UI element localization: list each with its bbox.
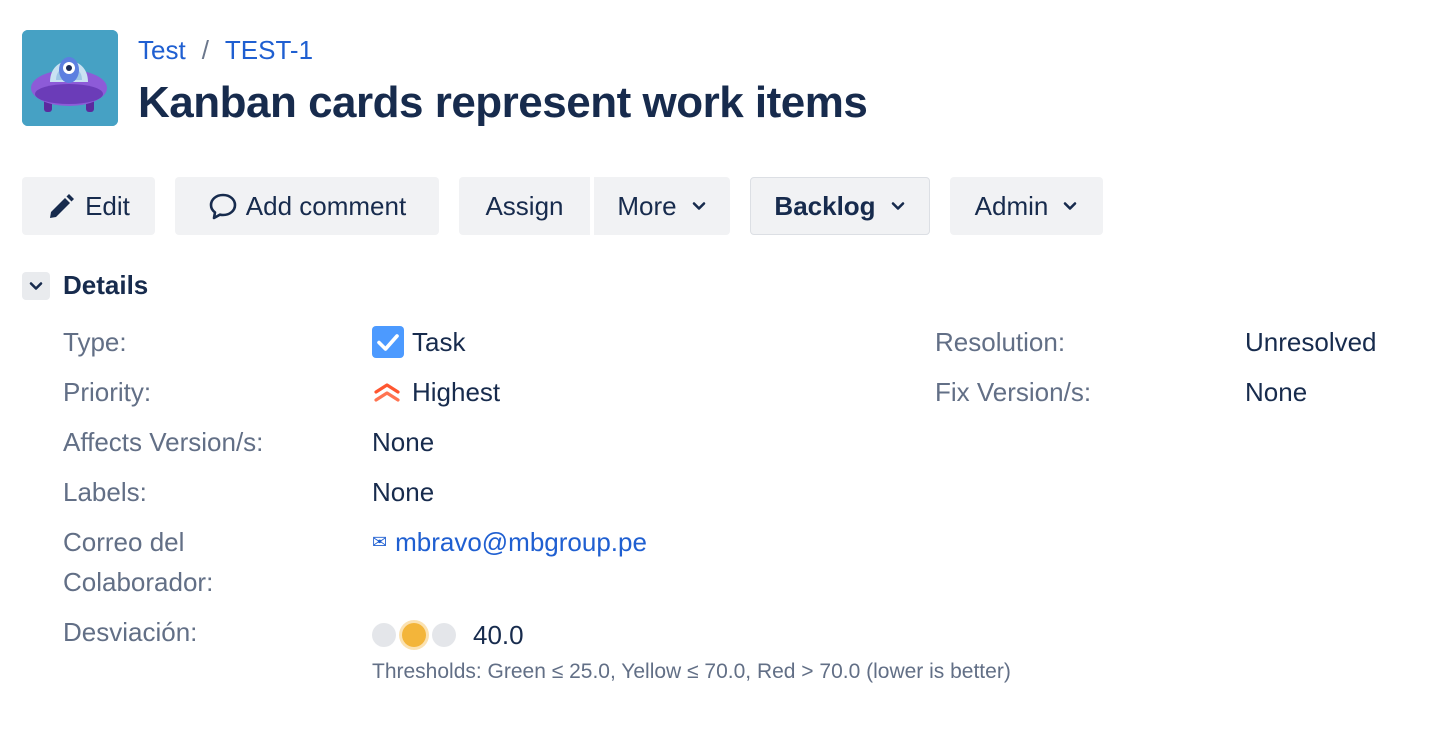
breadcrumb: Test / TEST-1 [138,32,313,68]
chevron-down-icon [891,202,904,210]
deviation-value[interactable]: 40.0 [473,615,524,655]
labels-label: Labels: [63,477,147,507]
priority-highest-icon [374,383,400,402]
deviation-traffic-light [372,623,462,647]
more-actions-button[interactable]: More [594,177,730,235]
assign-button-label: Assign [485,190,564,221]
breadcrumb-separator: / [201,34,209,65]
breadcrumb-project-link[interactable]: Test [138,35,186,66]
fix-versions-label: Fix Version/s: [935,377,1092,407]
type-value-text: Task [412,327,466,357]
priority-value[interactable]: Highest [372,372,500,412]
affects-versions-value[interactable]: None [372,422,434,462]
edit-button-label: Edit [85,190,130,221]
deviation-label: Desviación: [63,617,198,647]
priority-value-text: Highest [412,377,501,407]
type-value[interactable]: Task [372,322,465,362]
deviation-yellow-dot [402,623,426,647]
admin-button-label: Admin [974,190,1049,221]
collaborator-email-label: Correo del Colaborador: [63,522,213,602]
edit-button[interactable]: Edit [22,177,155,235]
add-comment-button[interactable]: Add comment [175,177,439,235]
deviation-red-dot [432,623,456,647]
add-comment-button-label: Add comment [245,190,407,221]
deviation-green-dot [372,623,396,647]
issue-title[interactable]: Kanban cards represent work items [138,78,868,128]
project-avatar[interactable] [22,30,118,126]
chevron-down-icon [1064,202,1077,210]
type-label: Type: [63,327,127,357]
collaborator-email-label-line2: Colaborador: [63,567,214,597]
resolution-label: Resolution: [935,327,1066,357]
chevron-down-icon [29,282,43,290]
status-button-label: Backlog [774,190,876,221]
status-backlog-button[interactable]: Backlog [750,177,930,235]
chevron-down-icon [692,202,705,210]
details-collapse-toggle[interactable] [22,272,50,300]
ufo-icon [22,30,118,126]
fix-versions-value[interactable]: None [1245,372,1307,412]
admin-button[interactable]: Admin [950,177,1103,235]
assign-button[interactable]: Assign [459,177,590,235]
affects-versions-label: Affects Version/s: [63,427,264,457]
priority-label: Priority: [63,377,152,407]
task-checkbox-icon [372,326,404,358]
comment-icon [209,193,237,220]
collaborator-email-value: ✉ mbravo@mbgroup.pe [372,522,647,562]
envelope-icon: ✉ [372,532,388,552]
breadcrumb-issue-key-link[interactable]: TEST-1 [225,35,313,66]
more-button-label: More [617,190,677,221]
details-heading[interactable]: Details [63,270,148,301]
collaborator-email-label-line1: Correo del [63,527,185,557]
labels-value[interactable]: None [372,472,434,512]
pencil-icon [50,194,75,218]
deviation-thresholds-note: Thresholds: Green ≤ 25.0, Yellow ≤ 70.0,… [372,660,1011,683]
resolution-value[interactable]: Unresolved [1245,322,1377,362]
collaborator-email-link[interactable]: mbravo@mbgroup.pe [395,522,647,562]
